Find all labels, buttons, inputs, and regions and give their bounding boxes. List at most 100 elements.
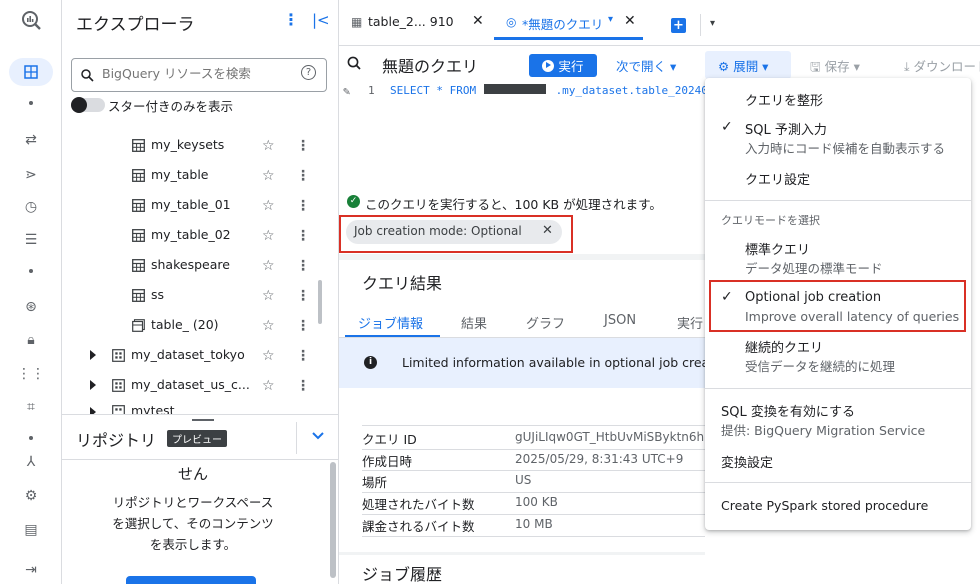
expand-arrow-icon[interactable]	[90, 350, 96, 360]
gemini-edit-icon[interactable]: ✎	[343, 84, 350, 98]
chevron-down-icon[interactable]	[311, 429, 325, 443]
table-icon	[132, 169, 145, 182]
subtab-job-info[interactable]: ジョブ情報	[358, 313, 423, 332]
divider	[362, 449, 705, 450]
deploy-button[interactable]: ⚙ 展開 ▾	[718, 56, 768, 75]
job-info-value: 100 KB	[515, 495, 558, 509]
job-info-label: 作成日時	[362, 454, 413, 469]
star-icon[interactable]: ☆	[262, 258, 275, 274]
collapse-panel-icon[interactable]: |<	[312, 11, 330, 29]
new-tab-plus-icon[interactable]: +	[671, 18, 686, 33]
more-vert-icon[interactable]: ⋮	[296, 258, 310, 274]
tree-item-sharded-table[interactable]: table_ (20) ☆ ⋮	[62, 311, 324, 341]
tree-item-my-keysets[interactable]: my_keysets ☆ ⋮	[62, 131, 324, 161]
more-vert-icon[interactable]: ⋮	[296, 198, 310, 214]
repository-message-top: せん	[177, 465, 208, 483]
table-icon: ▦	[351, 15, 363, 29]
tabs-overflow-dropdown-icon[interactable]: ▾	[710, 18, 715, 29]
explorer-scrollbar[interactable]	[318, 280, 322, 324]
more-vert-icon[interactable]: ⋮	[296, 168, 310, 184]
menu-item-sql-predict[interactable]: ✓ SQL 予測入力 入力時にコード候補を自動表示する	[705, 116, 971, 160]
menu-item-create-pyspark[interactable]: Create PySpark stored procedure	[705, 488, 971, 524]
expand-arrow-icon[interactable]	[90, 380, 96, 390]
divider	[362, 536, 705, 537]
tree-item-label: my_dataset_tokyo	[131, 347, 245, 362]
download-button[interactable]: ⤓ ダウンロード	[904, 56, 980, 75]
graph-icon[interactable]: ⅄	[19, 450, 43, 474]
star-icon[interactable]: ☆	[262, 288, 275, 304]
job-info-value: 10 MB	[515, 517, 553, 531]
subtab-results[interactable]: 結果	[461, 313, 487, 332]
highlight-box-chip	[339, 215, 573, 253]
tab-untitled-query[interactable]: ◎ *無題のクエリ ▾ ✕	[494, 10, 643, 40]
star-icon[interactable]: ☆	[262, 378, 275, 394]
rail-dot	[29, 436, 33, 440]
more-vert-icon[interactable]: ⋮	[296, 318, 310, 334]
tree-item-label: mytest	[131, 403, 175, 414]
tab-dropdown-icon[interactable]: ▾	[608, 14, 613, 25]
more-vert-icon[interactable]: ⋮	[296, 288, 310, 304]
star-icon[interactable]: ☆	[262, 318, 275, 334]
more-vert-icon[interactable]: ⋮	[296, 378, 310, 394]
subtab-chart[interactable]: グラフ	[526, 313, 565, 332]
star-icon[interactable]: ☆	[262, 138, 275, 154]
tree-item-ss[interactable]: ss ☆ ⋮	[62, 281, 324, 311]
preview-badge: プレビュー	[167, 430, 227, 447]
repository-scrollbar[interactable]	[330, 462, 336, 578]
tree-item-mytest[interactable]: mytest	[62, 399, 324, 414]
menu-item-query-settings[interactable]: クエリ設定	[705, 160, 971, 196]
results-split-bar[interactable]	[339, 254, 705, 260]
more-vert-icon[interactable]: ⋮	[296, 228, 310, 244]
split-handle[interactable]	[192, 419, 214, 421]
menu-item-translation-settings[interactable]: 変換設定	[705, 446, 971, 476]
sql-line-1[interactable]: SELECT * FROM ` .my_dataset.table_202409	[390, 84, 715, 97]
run-button[interactable]: 実行	[529, 54, 597, 77]
save-button[interactable]: 🖫︎ 保存 ▾	[810, 56, 860, 79]
search-input[interactable]	[102, 66, 292, 81]
tree-item-dataset-tokyo[interactable]: my_dataset_tokyo ☆ ⋮	[62, 341, 324, 371]
split-divider[interactable]	[62, 414, 339, 415]
menu-item-sql-translation[interactable]: SQL 変換を有効にする 提供: BigQuery Migration Serv…	[705, 396, 971, 440]
menu-item-continuous-query[interactable]: 継続的クエリ 受信データを継続的に処理	[705, 332, 971, 378]
insights-icon[interactable]: ⊛	[19, 295, 43, 319]
bigquery-logo-icon[interactable]	[19, 8, 43, 32]
tree-item-my-table-02[interactable]: my_table_02 ☆ ⋮	[62, 221, 324, 251]
close-icon[interactable]: ✕	[472, 13, 484, 29]
release-notes-icon[interactable]: ▤	[19, 518, 43, 542]
search-box[interactable]: ?	[71, 58, 327, 92]
star-icon[interactable]: ☆	[262, 198, 275, 214]
settings-gear-icon[interactable]: ⚙	[19, 484, 43, 508]
star-icon[interactable]: ☆	[262, 348, 275, 364]
subtab-json[interactable]: JSON	[604, 313, 636, 328]
tree-item-label: my_keysets	[151, 137, 225, 152]
explorer-icon[interactable]	[19, 60, 43, 84]
help-icon[interactable]: ?	[301, 65, 316, 80]
divider	[62, 459, 339, 460]
expand-arrow-icon[interactable]	[90, 407, 96, 414]
subtab-execution[interactable]: 実行	[677, 313, 703, 332]
repository-action-button[interactable]	[126, 576, 256, 584]
explorer-more-icon[interactable]: ⋮	[283, 10, 299, 29]
star-icon[interactable]: ☆	[262, 168, 275, 184]
menu-item-format-query[interactable]: クエリを整形	[705, 78, 971, 116]
filter-list-icon[interactable]: ☰	[19, 228, 43, 252]
history-icon[interactable]: ◷	[19, 195, 43, 219]
star-icon[interactable]: ☆	[262, 228, 275, 244]
more-vert-icon[interactable]: ⋮	[296, 138, 310, 154]
menu-item-standard-query[interactable]: 標準クエリ データ処理の標準モード	[705, 234, 971, 278]
capture-icon[interactable]: ⌗	[19, 395, 43, 419]
tree-item-my-table[interactable]: my_table ☆ ⋮	[62, 161, 324, 191]
lock-icon[interactable]: 🔒︎	[19, 328, 43, 352]
expand-rail-icon[interactable]: ⇥	[19, 558, 43, 582]
starred-toggle[interactable]	[71, 97, 105, 113]
pipeline-icon[interactable]: ⋗	[19, 163, 43, 187]
tree-item-shakespeare[interactable]: shakespeare ☆ ⋮	[62, 251, 324, 281]
close-icon[interactable]: ✕	[624, 13, 636, 29]
more-vert-icon[interactable]: ⋮	[296, 348, 310, 364]
open-in-button[interactable]: 次で開く ▾	[616, 56, 676, 75]
history-split-bar[interactable]	[339, 552, 705, 555]
apps-grid-icon[interactable]: ⋮⋮	[17, 362, 45, 386]
tree-item-my-table-01[interactable]: my_table_01 ☆ ⋮	[62, 191, 324, 221]
transfer-icon[interactable]: ⇄	[19, 128, 43, 152]
tree-item-dataset-us[interactable]: my_dataset_us_c... ☆ ⋮	[62, 371, 324, 401]
